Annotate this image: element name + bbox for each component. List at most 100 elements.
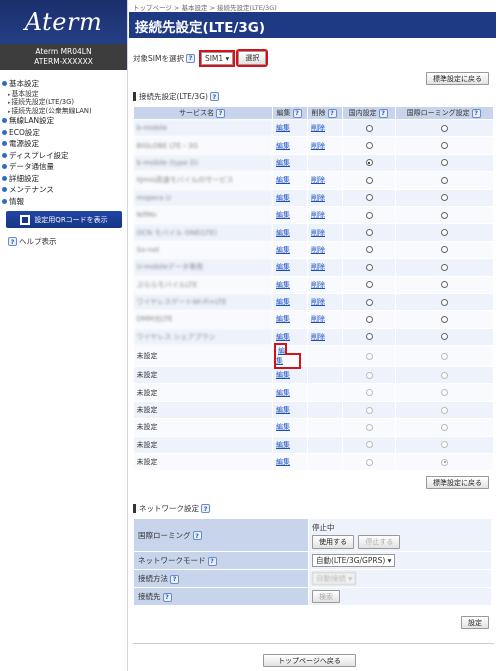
delete-link[interactable]: 削除 <box>311 176 325 184</box>
domestic-radio[interactable] <box>365 246 373 254</box>
delete-link[interactable]: 削除 <box>311 298 325 306</box>
sidebar-subitem-public-wlan[interactable]: 接続先設定(公衆無線LAN) <box>2 107 127 116</box>
edit-link[interactable]: 編集 <box>276 371 290 379</box>
edit-link[interactable]: 編集 <box>276 458 290 466</box>
sidebar-item-basic[interactable]: 基本設定 <box>2 78 127 90</box>
roaming-radio[interactable] <box>441 246 449 254</box>
roaming-radio[interactable] <box>441 333 449 341</box>
roaming-radio[interactable] <box>441 159 449 167</box>
domestic-radio[interactable] <box>365 176 373 184</box>
sidebar-item-display[interactable]: ディスプレイ設定 <box>2 150 127 162</box>
roaming-radio[interactable] <box>441 298 449 306</box>
apply-button[interactable]: 設定 <box>461 616 489 630</box>
delete-link[interactable]: 削除 <box>311 229 325 237</box>
domestic-radio[interactable] <box>365 159 373 167</box>
domestic-radio[interactable] <box>365 229 373 237</box>
edit-link[interactable]: 編集 <box>276 389 290 397</box>
sidebar-item-eco[interactable]: ECO設定 <box>2 127 127 139</box>
restore-defaults-button[interactable]: 標準設定に戻る <box>426 72 489 85</box>
edit-link[interactable]: 編集 <box>276 281 290 289</box>
help-icon[interactable]: ? <box>162 592 172 602</box>
help-icon[interactable]: ? <box>185 53 195 63</box>
edit-link[interactable]: 編集 <box>276 406 290 414</box>
restore-defaults-button-bottom[interactable]: 標準設定に戻る <box>426 476 489 490</box>
sidebar-item-power[interactable]: 電源設定 <box>2 138 127 150</box>
domestic-radio[interactable] <box>365 124 373 132</box>
edit-link[interactable]: 編集 <box>276 229 290 237</box>
edit-link[interactable]: 編集 <box>276 159 290 167</box>
sidebar-item-maintenance[interactable]: メンテナンス <box>2 184 127 196</box>
delete-link[interactable]: 削除 <box>311 246 325 254</box>
roaming-radio[interactable] <box>441 263 449 271</box>
roaming-radio[interactable] <box>441 211 449 219</box>
edit-cell: 編集 <box>272 343 308 370</box>
help-toggle[interactable]: ? ヘルプ表示 <box>6 236 127 247</box>
show-qr-button[interactable]: 設定用QRコードを表示 <box>6 211 122 228</box>
roaming-radio[interactable] <box>441 315 449 323</box>
back-to-top-button[interactable]: トップページへ戻る <box>263 654 356 667</box>
domestic-radio[interactable] <box>365 142 373 150</box>
edit-link[interactable]: 編集 <box>274 343 301 370</box>
help-icon[interactable]: ? <box>207 556 217 566</box>
help-icon[interactable]: ? <box>192 531 202 541</box>
apn-row: b-mobile (type D) 編集 <box>133 154 494 173</box>
help-icon[interactable]: ? <box>292 108 302 118</box>
help-icon[interactable]: ? <box>170 574 179 584</box>
domestic-radio[interactable] <box>365 298 373 306</box>
delete-link[interactable]: 削除 <box>311 263 325 271</box>
edit-link[interactable]: 編集 <box>276 298 290 306</box>
domestic-radio[interactable] <box>365 263 373 271</box>
domestic-radio-cell <box>342 345 397 368</box>
roaming-radio-cell <box>395 276 494 294</box>
roaming-radio[interactable] <box>441 229 449 237</box>
domestic-radio[interactable] <box>365 281 373 289</box>
edit-link[interactable]: 編集 <box>276 176 290 184</box>
delete-link[interactable]: 削除 <box>311 211 325 219</box>
domestic-radio[interactable] <box>365 333 373 341</box>
sim-select-button[interactable]: 選択 <box>236 49 269 67</box>
delete-link[interactable]: 削除 <box>311 142 325 150</box>
edit-link[interactable]: 編集 <box>276 263 290 271</box>
help-icon[interactable]: ? <box>201 504 210 514</box>
domestic-radio[interactable] <box>365 194 373 202</box>
help-icon[interactable]: ? <box>378 108 388 118</box>
edit-link[interactable]: 編集 <box>276 315 290 323</box>
roaming-radio[interactable] <box>441 124 449 132</box>
sidebar-subitem-lte[interactable]: 接続先設定(LTE/3G) <box>2 98 127 107</box>
sidebar-item-advanced[interactable]: 詳細設定 <box>2 173 127 185</box>
sidebar-subitem-basic[interactable]: 基本設定 <box>2 90 127 99</box>
delete-link[interactable]: 削除 <box>311 194 325 202</box>
edit-link[interactable]: 編集 <box>276 423 290 431</box>
delete-link[interactable]: 削除 <box>311 281 325 289</box>
roaming-radio[interactable] <box>441 281 449 289</box>
domestic-radio[interactable] <box>365 211 373 219</box>
edit-link[interactable]: 編集 <box>276 194 290 202</box>
delete-link[interactable]: 削除 <box>311 333 325 341</box>
sidebar-item-info[interactable]: 情報 <box>2 196 127 208</box>
domestic-radio[interactable] <box>365 315 373 323</box>
sidebar-item-wlan[interactable]: 無線LAN設定 <box>2 115 127 127</box>
edit-link[interactable]: 編集 <box>276 333 290 341</box>
connect-method-dropdown[interactable]: 自動接続 ▾ <box>312 572 357 586</box>
search-button[interactable]: 検索 <box>312 590 340 604</box>
help-icon[interactable]: ? <box>327 108 337 118</box>
qr-code-icon <box>20 214 31 225</box>
roaming-stop-button[interactable]: 停止する <box>358 534 401 549</box>
sidebar-item-data-usage[interactable]: データ通信量 <box>2 161 127 173</box>
help-icon[interactable]: ? <box>216 108 225 118</box>
delete-link[interactable]: 削除 <box>311 124 325 132</box>
roaming-radio[interactable] <box>441 176 449 184</box>
roaming-radio[interactable] <box>441 142 449 150</box>
edit-link[interactable]: 編集 <box>276 211 290 219</box>
roaming-use-button[interactable]: 使用する <box>312 534 354 549</box>
delete-link[interactable]: 削除 <box>311 315 325 323</box>
edit-link[interactable]: 編集 <box>276 124 290 132</box>
edit-link[interactable]: 編集 <box>276 441 290 449</box>
network-mode-dropdown[interactable]: 自動(LTE/3G/GPRS) ▾ <box>312 554 396 568</box>
help-icon[interactable]: ? <box>209 92 219 101</box>
edit-link[interactable]: 編集 <box>276 246 290 254</box>
edit-link[interactable]: 編集 <box>276 142 290 150</box>
roaming-radio[interactable] <box>441 194 449 202</box>
sim-dropdown[interactable]: SIM1 ▾ <box>198 49 236 67</box>
help-icon[interactable]: ? <box>471 108 481 118</box>
